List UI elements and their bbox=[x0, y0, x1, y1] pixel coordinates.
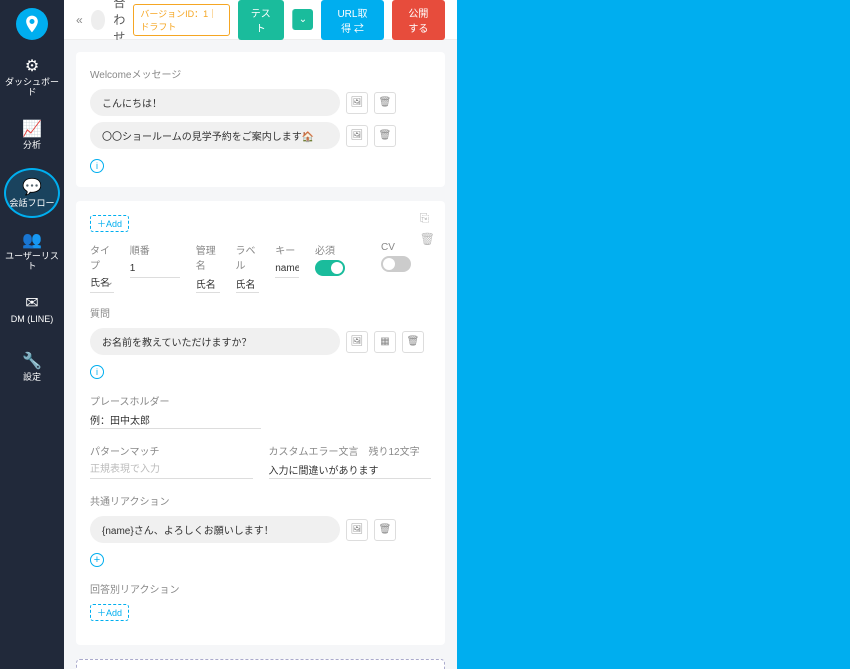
required-toggle[interactable] bbox=[315, 260, 345, 276]
welcome-msg[interactable]: 〇〇ショールームの見学予約をご案内します🏠 bbox=[90, 122, 340, 149]
type-select[interactable]: 氏名 bbox=[90, 275, 114, 293]
chart-icon: 📈 bbox=[22, 119, 42, 139]
error-label: カスタムエラー文言 残り12文字 bbox=[269, 443, 432, 458]
delete-icon[interactable]: 🗑 bbox=[420, 232, 435, 246]
reaction-msg[interactable]: {name}さん、よろしくお願いします！ bbox=[90, 516, 340, 543]
delete-icon[interactable]: 🗑 bbox=[374, 519, 396, 541]
add-reaction-icon[interactable]: + bbox=[90, 553, 104, 567]
key-label: キー bbox=[275, 242, 299, 257]
app-logo bbox=[16, 8, 48, 40]
question-label: 質問 bbox=[90, 305, 431, 320]
decorative-area bbox=[457, 0, 850, 669]
delete-icon[interactable]: 🗑 bbox=[374, 92, 396, 114]
order-input[interactable] bbox=[130, 260, 180, 278]
order-label: 順番 bbox=[130, 242, 180, 257]
reaction-label: 共通リアクション bbox=[90, 493, 431, 508]
card-actions: ⎘ 🗑 bbox=[420, 211, 435, 246]
add-condition[interactable]: ＋Add bbox=[90, 215, 129, 232]
add-block-button[interactable]: + Add bbox=[76, 659, 445, 669]
info-icon[interactable]: i bbox=[90, 159, 104, 173]
add-answer-reaction[interactable]: ＋Add bbox=[90, 604, 129, 621]
nav-dm[interactable]: ✉DM (LINE) bbox=[4, 284, 60, 334]
carousel-icon[interactable]: ▦ bbox=[374, 331, 396, 353]
users-icon: 👥 bbox=[22, 230, 42, 250]
display-input[interactable] bbox=[236, 275, 260, 293]
delete-icon[interactable]: 🗑 bbox=[402, 331, 424, 353]
display-label: ラベル bbox=[236, 242, 260, 272]
nav-settings[interactable]: 🔧設定 bbox=[4, 342, 60, 392]
image-icon[interactable]: 🖼 bbox=[346, 92, 368, 114]
main-panel: « お問い合わせボット バージョンID：1｜ドラフト テスト ⌄ URL取得 ⇄… bbox=[64, 0, 457, 669]
cv-toggle[interactable] bbox=[381, 256, 411, 272]
bot-avatar bbox=[91, 10, 106, 30]
welcome-card: Welcomeメッセージ こんにちは！ 🖼 🗑 〇〇ショールームの見学予約をご案… bbox=[76, 52, 445, 187]
collapse-icon[interactable]: « bbox=[76, 13, 83, 27]
nav-dashboard[interactable]: ⚙ダッシュボード bbox=[4, 52, 60, 102]
error-input[interactable] bbox=[269, 461, 432, 479]
question-msg[interactable]: お名前を教えていただけますか？ bbox=[90, 328, 340, 355]
pattern-label: パターンマッチ bbox=[90, 443, 253, 458]
dashboard-icon: ⚙ bbox=[25, 56, 39, 76]
info-icon[interactable]: i bbox=[90, 365, 104, 379]
version-badge: バージョンID：1｜ドラフト bbox=[133, 4, 230, 36]
message-icon: ✉ bbox=[25, 293, 38, 313]
image-icon[interactable]: 🖼 bbox=[346, 125, 368, 147]
pattern-input[interactable] bbox=[90, 461, 253, 479]
admin-label: 管理名 bbox=[196, 242, 220, 272]
publish-button[interactable]: 公開する bbox=[392, 0, 445, 40]
required-label: 必須 bbox=[315, 242, 365, 257]
placeholder-input[interactable] bbox=[90, 411, 261, 429]
admin-input[interactable] bbox=[196, 275, 220, 293]
nav-flow[interactable]: 💬会話フロー bbox=[4, 168, 60, 218]
test-button[interactable]: テスト bbox=[238, 0, 284, 40]
question-block-card: ⎘ 🗑 ＋Add タイプ氏名 順番 管理名 ラベル キー 必須 CV 質問 お名 bbox=[76, 201, 445, 645]
test-dropdown[interactable]: ⌄ bbox=[292, 9, 313, 30]
copy-icon[interactable]: ⎘ bbox=[420, 211, 435, 226]
content-area: Welcomeメッセージ こんにちは！ 🖼 🗑 〇〇ショールームの見学予約をご案… bbox=[64, 40, 457, 669]
image-icon[interactable]: 🖼 bbox=[346, 331, 368, 353]
answer-reaction-label: 回答別リアクション bbox=[90, 581, 431, 596]
url-button[interactable]: URL取得 ⇄ bbox=[321, 0, 384, 40]
key-input[interactable] bbox=[275, 260, 299, 278]
welcome-label: Welcomeメッセージ bbox=[90, 66, 431, 81]
wrench-icon: 🔧 bbox=[22, 351, 42, 371]
nav-users[interactable]: 👥ユーザーリスト bbox=[4, 226, 60, 276]
sidebar: ⚙ダッシュボード 📈分析 💬会話フロー 👥ユーザーリスト ✉DM (LINE) … bbox=[0, 0, 64, 669]
header: « お問い合わせボット バージョンID：1｜ドラフト テスト ⌄ URL取得 ⇄… bbox=[64, 0, 457, 40]
nav-analytics[interactable]: 📈分析 bbox=[4, 110, 60, 160]
chat-icon: 💬 bbox=[22, 177, 42, 197]
placeholder-label: プレースホルダー bbox=[90, 393, 261, 408]
type-label: タイプ bbox=[90, 242, 114, 272]
welcome-msg[interactable]: こんにちは！ bbox=[90, 89, 340, 116]
image-icon[interactable]: 🖼 bbox=[346, 519, 368, 541]
delete-icon[interactable]: 🗑 bbox=[374, 125, 396, 147]
